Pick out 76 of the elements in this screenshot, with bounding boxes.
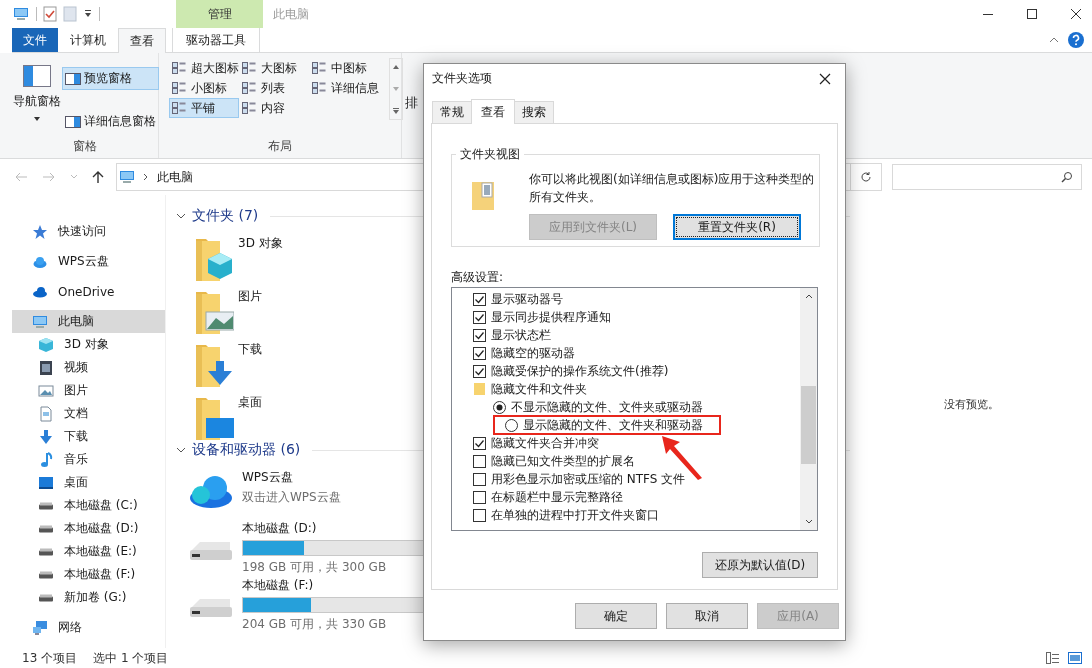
group-label: 窗格 bbox=[72, 137, 98, 155]
ribbon-tab[interactable]: 驱动器工具 bbox=[172, 28, 260, 52]
layout-option[interactable]: 小图标 bbox=[169, 78, 239, 98]
sidebar-item[interactable]: 图片 bbox=[12, 379, 165, 402]
layout-option[interactable]: 详细信息 bbox=[309, 78, 385, 98]
sidebar-item[interactable]: 视频 bbox=[12, 356, 165, 379]
sidebar-item[interactable]: 本地磁盘 (D:) bbox=[12, 517, 165, 540]
button[interactable]: 重置文件夹(R) bbox=[673, 214, 801, 240]
context-tab-header: 管理 bbox=[176, 0, 263, 28]
layout-option[interactable]: 平铺 bbox=[169, 98, 239, 118]
option-label[interactable]: 隐藏文件夹合并冲突 bbox=[491, 434, 599, 452]
button[interactable]: 取消 bbox=[666, 603, 748, 629]
option-label[interactable]: 显示同步提供程序通知 bbox=[491, 308, 611, 326]
sidebar-item[interactable]: 网络 bbox=[12, 616, 165, 639]
navigation-pane-button[interactable]: 导航窗格 bbox=[12, 61, 62, 134]
option-label[interactable]: 用彩色显示加密或压缩的 NTFS 文件 bbox=[491, 470, 686, 488]
device-name[interactable]: 本地磁盘 (D:) bbox=[242, 519, 424, 537]
pane-button[interactable]: 预览窗格 bbox=[62, 67, 159, 90]
device-details: 204 GB 可用，共 330 GB bbox=[242, 615, 388, 633]
sidebar-item[interactable]: 快速访问 bbox=[12, 220, 165, 243]
sidebar-item[interactable]: OneDrive bbox=[12, 280, 165, 303]
button[interactable]: 确定 bbox=[575, 603, 657, 629]
option-label[interactable]: 隐藏空的驱动器 bbox=[491, 344, 575, 362]
layout-option[interactable]: 超大图标 bbox=[169, 58, 239, 78]
device-details: 198 GB 可用，共 300 GB bbox=[242, 558, 388, 576]
sidebar-item[interactable]: 3D 对象 bbox=[12, 333, 165, 356]
window-title: 此电脑 bbox=[272, 5, 310, 23]
section-label: 高级设置: bbox=[451, 269, 505, 286]
ribbon-tab[interactable]: 计算机 bbox=[58, 28, 118, 52]
section-header[interactable]: 文件夹 (7) bbox=[192, 207, 259, 225]
device-name[interactable]: WPS云盘 bbox=[242, 468, 341, 486]
option-label[interactable]: 显示驱动器号 bbox=[491, 290, 563, 308]
group-title: 文件夹视图 bbox=[459, 146, 521, 163]
layout-option[interactable]: 列表 bbox=[239, 78, 309, 98]
option-label[interactable]: 显示隐藏的文件、文件夹和驱动器 bbox=[523, 416, 703, 434]
device-name[interactable]: 本地磁盘 (F:) bbox=[242, 576, 424, 594]
option-label[interactable]: 在单独的进程中打开文件夹窗口 bbox=[491, 506, 659, 524]
sidebar-item[interactable]: WPS云盘 bbox=[12, 250, 165, 273]
sidebar-item[interactable]: 文档 bbox=[12, 402, 165, 425]
option-label[interactable]: 隐藏受保护的操作系统文件(推荐) bbox=[491, 362, 669, 380]
dialog-tab[interactable]: 搜索 bbox=[514, 101, 554, 123]
ribbon-tab[interactable]: 查看 bbox=[118, 28, 166, 53]
device-details: 双击进入WPS云盘 bbox=[242, 488, 341, 506]
dialog-tab[interactable]: 查看 bbox=[471, 99, 515, 124]
sidebar-item[interactable]: 此电脑 bbox=[12, 310, 165, 333]
folder-name[interactable]: 桌面 bbox=[238, 388, 262, 411]
layout-option[interactable]: 大图标 bbox=[239, 58, 309, 78]
sidebar-item[interactable]: 音乐 bbox=[12, 448, 165, 471]
section-header[interactable]: 设备和驱动器 (6) bbox=[192, 441, 301, 459]
sidebar-item[interactable]: 本地磁盘 (E:) bbox=[12, 540, 165, 563]
option-label[interactable]: 显示状态栏 bbox=[491, 326, 551, 344]
settings-list[interactable]: 显示驱动器号 显示同步提供程序通知 显示状态栏 隐藏空的驱动器 隐藏受保护的操作系统文件(推荐) 隐藏文件和文件夹 不显示隐藏的文件、文件夹或驱动器 显示隐藏的文件、文件夹和驱动器 隐藏文件夹合并冲突 隐藏已知文件类型的扩展名 用彩色显示加密或压缩的 NTFS 文件 在标题栏中显示完整路径 在单独的进程中打开文件夹窗口 bbox=[451, 287, 818, 531]
folder-name[interactable]: 3D 对象 bbox=[238, 229, 283, 252]
option-label[interactable]: 隐藏已知文件类型的扩展名 bbox=[491, 452, 635, 470]
option-label[interactable]: 隐藏文件和文件夹 bbox=[491, 380, 587, 398]
pane-button[interactable]: 详细信息窗格 bbox=[62, 110, 159, 133]
group-label: 布局 bbox=[267, 137, 293, 155]
ribbon-tab[interactable]: 文件 bbox=[12, 28, 58, 52]
description-text: 你可以将此视图(如详细信息或图标)应用于这种类型的所有文件夹。 bbox=[529, 171, 816, 206]
layout-option[interactable]: 中图标 bbox=[309, 58, 385, 78]
sidebar-item[interactable]: 桌面 bbox=[12, 471, 165, 494]
folder-name[interactable]: 图片 bbox=[238, 282, 262, 305]
sidebar-item[interactable]: 新加卷 (G:) bbox=[12, 586, 165, 609]
restore-defaults-button[interactable]: 还原为默认值(D) bbox=[702, 552, 818, 578]
sidebar-item[interactable]: 下载 bbox=[12, 425, 165, 448]
sidebar-item[interactable]: 本地磁盘 (C:) bbox=[12, 494, 165, 517]
dialog-tab[interactable]: 常规 bbox=[432, 101, 472, 123]
option-label[interactable]: 不显示隐藏的文件、文件夹或驱动器 bbox=[511, 398, 703, 416]
preview-message: 没有预览。 bbox=[943, 397, 999, 412]
dialog-title: 文件夹选项 bbox=[432, 70, 492, 87]
folder-name[interactable]: 下载 bbox=[238, 335, 262, 358]
selection-count: 选中 1 个项目 bbox=[93, 649, 169, 667]
sidebar-item[interactable]: 本地磁盘 (F:) bbox=[12, 563, 165, 586]
option-label[interactable]: 在标题栏中显示完整路径 bbox=[491, 488, 623, 506]
item-count: 13 个项目 bbox=[22, 649, 78, 667]
layout-option[interactable]: 内容 bbox=[239, 98, 309, 118]
